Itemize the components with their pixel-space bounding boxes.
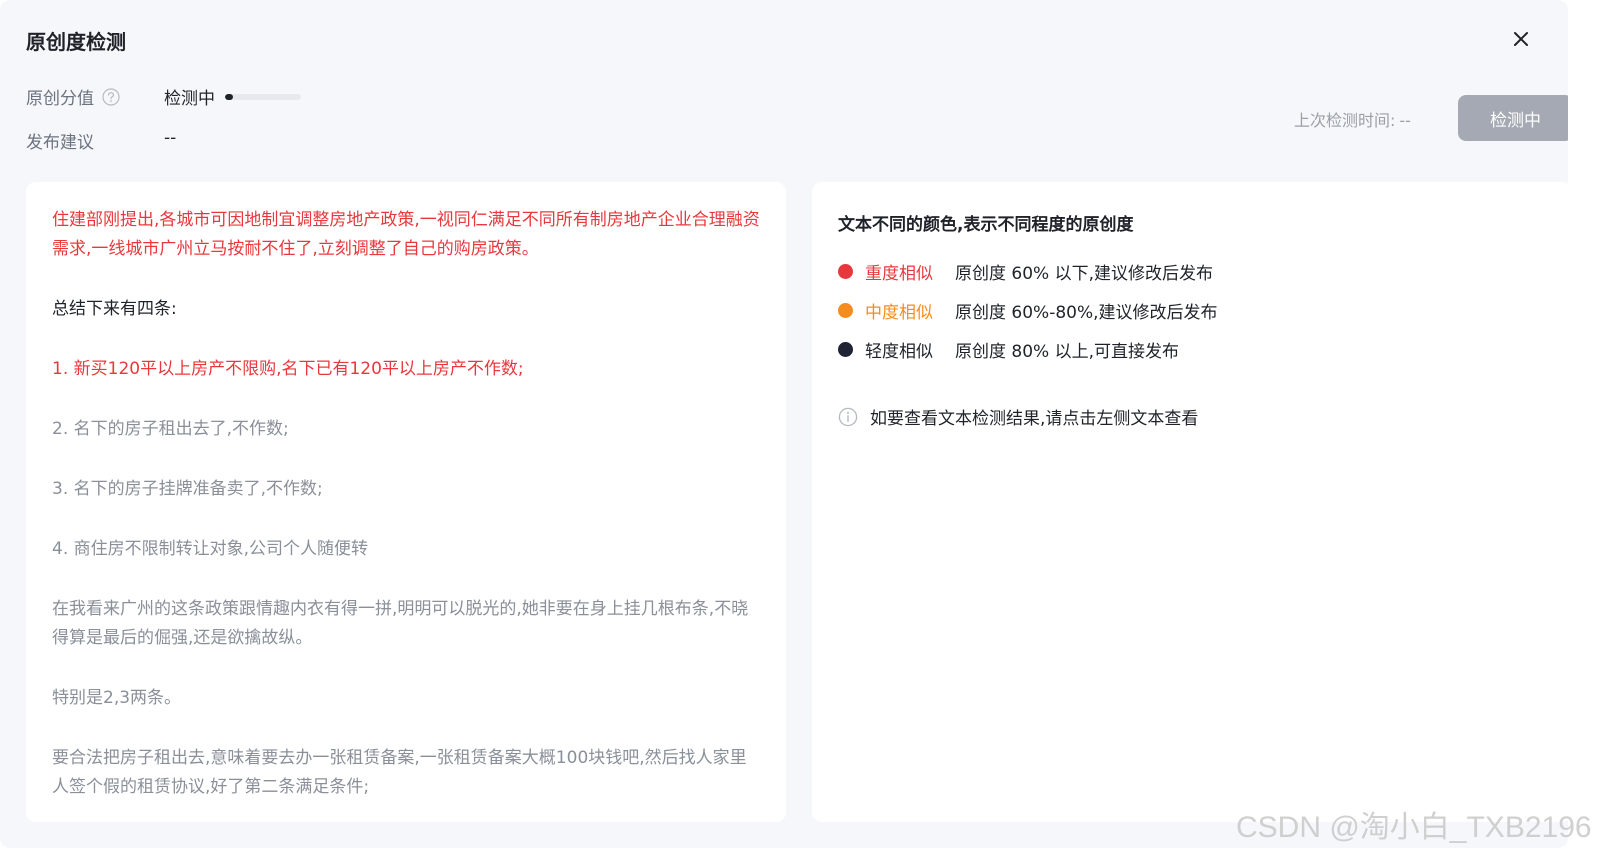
close-icon xyxy=(1514,32,1528,46)
legend-item-name: 中度相似 xyxy=(865,303,933,323)
article-paragraph[interactable]: 2. 名下的房子租出去了,不作数; xyxy=(52,415,760,444)
score-status-text: 检测中 xyxy=(164,89,215,109)
score-status: 检测中 xyxy=(164,84,301,109)
legend-item: 重度相似 原创度 60% 以下,建议修改后发布 xyxy=(838,252,1218,291)
last-check-label: 上次检测时间: xyxy=(1294,111,1396,130)
legend-item-desc: 原创度 60%-80%,建议修改后发布 xyxy=(955,303,1218,323)
advice-value: -- xyxy=(164,128,177,148)
legend-title: 文本不同的颜色,表示不同程度的原创度 xyxy=(838,215,1134,235)
legend-dot-icon xyxy=(838,303,853,318)
legend-dot-icon xyxy=(838,264,853,279)
originality-dialog: 原创度检测 原创分值 检测中 发布建议 -- 上次检测时间: -- 检测中 住建部… xyxy=(0,0,1573,848)
legend-item-name: 重度相似 xyxy=(865,264,933,284)
advice-label: 发布建议 xyxy=(26,133,94,153)
legend-item: 轻度相似 原创度 80% 以上,可直接发布 xyxy=(838,330,1218,369)
detect-button[interactable]: 检测中 xyxy=(1458,95,1573,141)
hint: 如要查看文本检测结果,请点击左侧文本查看 xyxy=(838,404,1198,429)
article-paragraph[interactable]: 特别是2,3两条。 xyxy=(52,684,760,713)
legend-panel: 文本不同的颜色,表示不同程度的原创度 重度相似 原创度 60% 以下,建议修改后发… xyxy=(812,182,1572,822)
question-icon[interactable] xyxy=(102,87,120,106)
legend-list: 重度相似 原创度 60% 以下,建议修改后发布中度相似 原创度 60%-80%,建议… xyxy=(838,252,1218,369)
close-button[interactable] xyxy=(1506,24,1536,54)
article-paragraph[interactable]: 住建部刚提出,各城市可因地制宜调整房地产政策,一视同仁满足不同所有制房地产企业合… xyxy=(52,206,760,264)
article-panel[interactable]: 住建部刚提出,各城市可因地制宜调整房地产政策,一视同仁满足不同所有制房地产企业合… xyxy=(26,182,786,822)
article-paragraph[interactable]: 3. 名下的房子挂牌准备卖了,不作数; xyxy=(52,475,760,504)
info-icon xyxy=(838,407,858,426)
score-progress-fill xyxy=(225,93,233,100)
article-text[interactable]: 住建部刚提出,各城市可因地制宜调整房地产政策,一视同仁满足不同所有制房地产企业合… xyxy=(26,182,786,822)
article-paragraph[interactable]: 总结下来有四条: xyxy=(52,295,760,324)
article-paragraph[interactable]: 在我看来广州的这条政策跟情趣内衣有得一拼,明明可以脱光的,她非要在身上挂几根布条… xyxy=(52,595,760,653)
legend-item-desc: 原创度 60% 以下,建议修改后发布 xyxy=(955,264,1213,284)
dialog-title: 原创度检测 xyxy=(26,30,126,54)
article-paragraph[interactable]: 要合法把房子租出去,意味着要去办一张租赁备案,一张租赁备案大概100块钱吧,然后… xyxy=(52,744,760,802)
article-paragraph[interactable]: 1. 新买120平以上房产不限购,名下已有120平以上房产不作数; xyxy=(52,355,760,384)
score-progress-bar xyxy=(225,93,301,100)
legend-item: 中度相似 原创度 60%-80%,建议修改后发布 xyxy=(838,291,1218,330)
legend-item-name: 轻度相似 xyxy=(865,342,933,362)
score-row-label: 原创分值 xyxy=(26,84,120,109)
legend-dot-icon xyxy=(838,342,853,357)
article-paragraph[interactable]: 4. 商住房不限制转让对象,公司个人随便转 xyxy=(52,535,760,564)
watermark: CSDN @淘小白_TXB2196 xyxy=(1236,811,1592,844)
background-edge xyxy=(1568,0,1600,848)
score-label: 原创分值 xyxy=(26,89,94,109)
hint-text: 如要查看文本检测结果,请点击左侧文本查看 xyxy=(870,409,1199,429)
last-check-time: 上次检测时间: -- xyxy=(1294,107,1411,131)
last-check-value: -- xyxy=(1399,111,1411,130)
legend-item-desc: 原创度 80% 以上,可直接发布 xyxy=(955,342,1179,362)
